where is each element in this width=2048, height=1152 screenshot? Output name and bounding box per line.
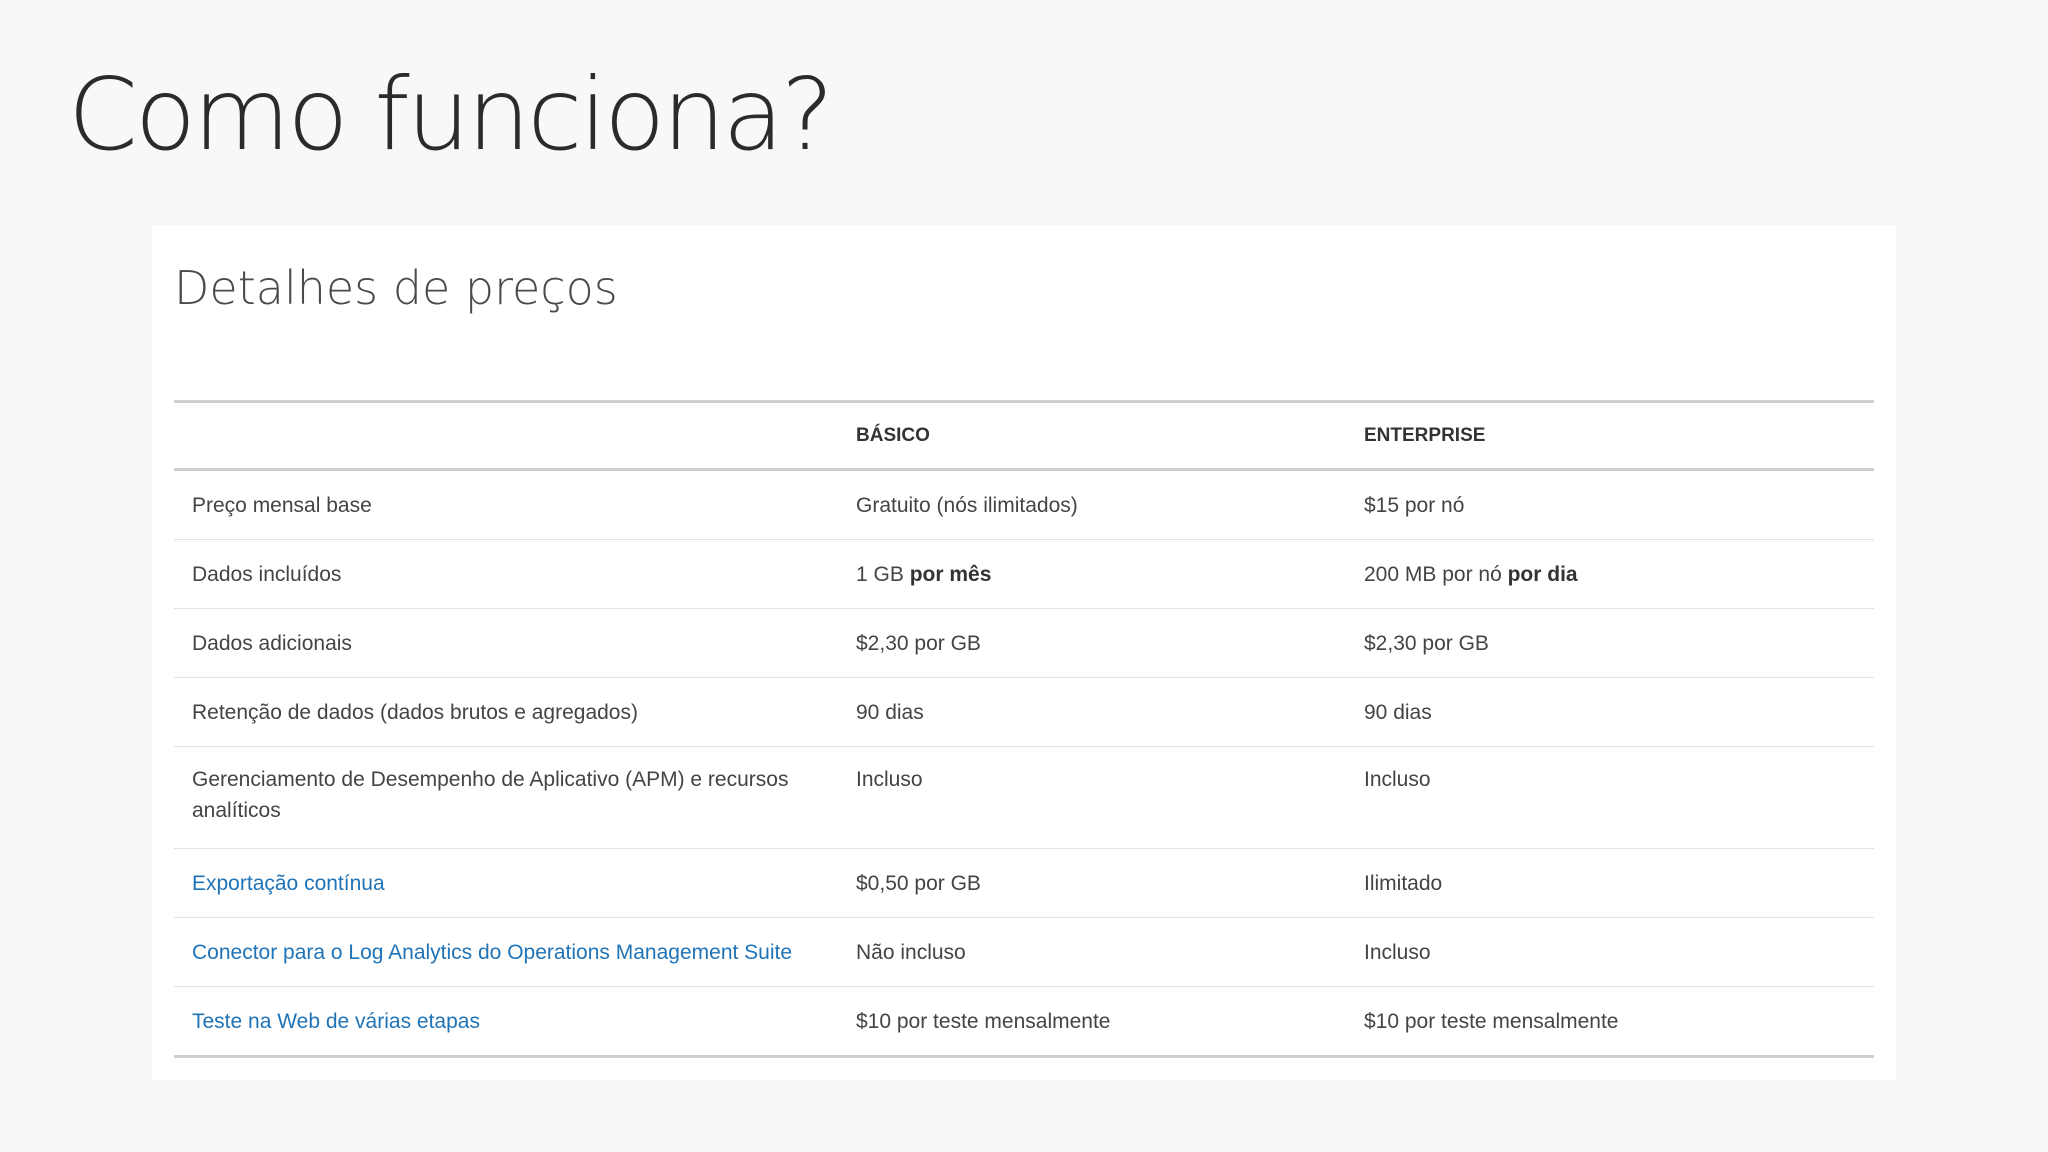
pricing-table: BÁSICO ENTERPRISE Preço mensal base Grat…	[174, 400, 1874, 1058]
row-label: Retenção de dados (dados brutos e agrega…	[192, 700, 638, 724]
table-row: Teste na Web de várias etapas $10 por te…	[174, 987, 1874, 1057]
continuous-export-link[interactable]: Exportação contínua	[192, 872, 385, 895]
header-feature	[174, 402, 856, 470]
basic-value: Não incluso	[856, 940, 966, 964]
table-row: Dados incluídos 1 GB por mês 200 MB por …	[174, 540, 1874, 609]
table-row: Conector para o Log Analytics do Operati…	[174, 918, 1874, 987]
row-label: Teste na Web de várias etapas	[174, 987, 856, 1057]
basic-value-main: 1 GB	[856, 562, 904, 586]
header-basic: BÁSICO	[856, 424, 930, 446]
row-label: Preço mensal base	[192, 493, 372, 517]
table-row: Dados adicionais $2,30 por GB $2,30 por …	[174, 609, 1874, 678]
basic-value: $0,50 por GB	[856, 871, 981, 895]
enterprise-value: Incluso	[1364, 940, 1431, 964]
header-enterprise: ENTERPRISE	[1364, 424, 1486, 446]
basic-value: Gratuito (nós ilimitados)	[856, 493, 1078, 517]
basic-value: 90 dias	[856, 700, 924, 724]
table-row: Exportação contínua $0,50 por GB Ilimita…	[174, 849, 1874, 918]
table-row: Gerenciamento de Desempenho de Aplicativ…	[174, 747, 1874, 849]
table-row: Preço mensal base Gratuito (nós ilimitad…	[174, 470, 1874, 540]
table-row: Retenção de dados (dados brutos e agrega…	[174, 678, 1874, 747]
enterprise-value: $15 por nó	[1364, 493, 1465, 517]
row-label: Gerenciamento de Desempenho de Aplicativ…	[192, 768, 789, 822]
basic-value-bold: por mês	[909, 562, 992, 586]
card-title: Detalhes de preços	[174, 261, 618, 315]
enterprise-value: Ilimitado	[1364, 871, 1443, 895]
basic-value: $2,30 por GB	[856, 631, 981, 655]
multistep-web-test-link[interactable]: Teste na Web de várias etapas	[192, 1010, 480, 1033]
basic-value: Incluso	[856, 768, 923, 791]
slide-title: Como funciona?	[68, 56, 834, 173]
enterprise-value: $2,30 por GB	[1364, 631, 1489, 655]
enterprise-value: 90 dias	[1364, 700, 1432, 724]
pricing-card: Detalhes de preços BÁSICO ENTERPRISE Pre…	[152, 225, 1896, 1080]
row-label: Conector para o Log Analytics do Operati…	[174, 918, 856, 987]
enterprise-value: 200 MB por nó por dia	[1364, 540, 1874, 609]
enterprise-value: Incluso	[1364, 768, 1431, 791]
enterprise-value-bold: por dia	[1507, 562, 1578, 586]
table-header-row: BÁSICO ENTERPRISE	[174, 401, 1874, 470]
row-label: Exportação contínua	[174, 849, 856, 918]
enterprise-value: $10 por teste mensalmente	[1364, 1009, 1619, 1033]
basic-value: 1 GB por mês	[856, 540, 1364, 609]
row-label: Dados incluídos	[192, 562, 342, 586]
row-label: Dados adicionais	[192, 631, 352, 655]
enterprise-value-main: 200 MB por nó	[1364, 562, 1502, 586]
basic-value: $10 por teste mensalmente	[856, 1009, 1111, 1033]
oms-connector-link[interactable]: Conector para o Log Analytics do Operati…	[192, 941, 792, 964]
